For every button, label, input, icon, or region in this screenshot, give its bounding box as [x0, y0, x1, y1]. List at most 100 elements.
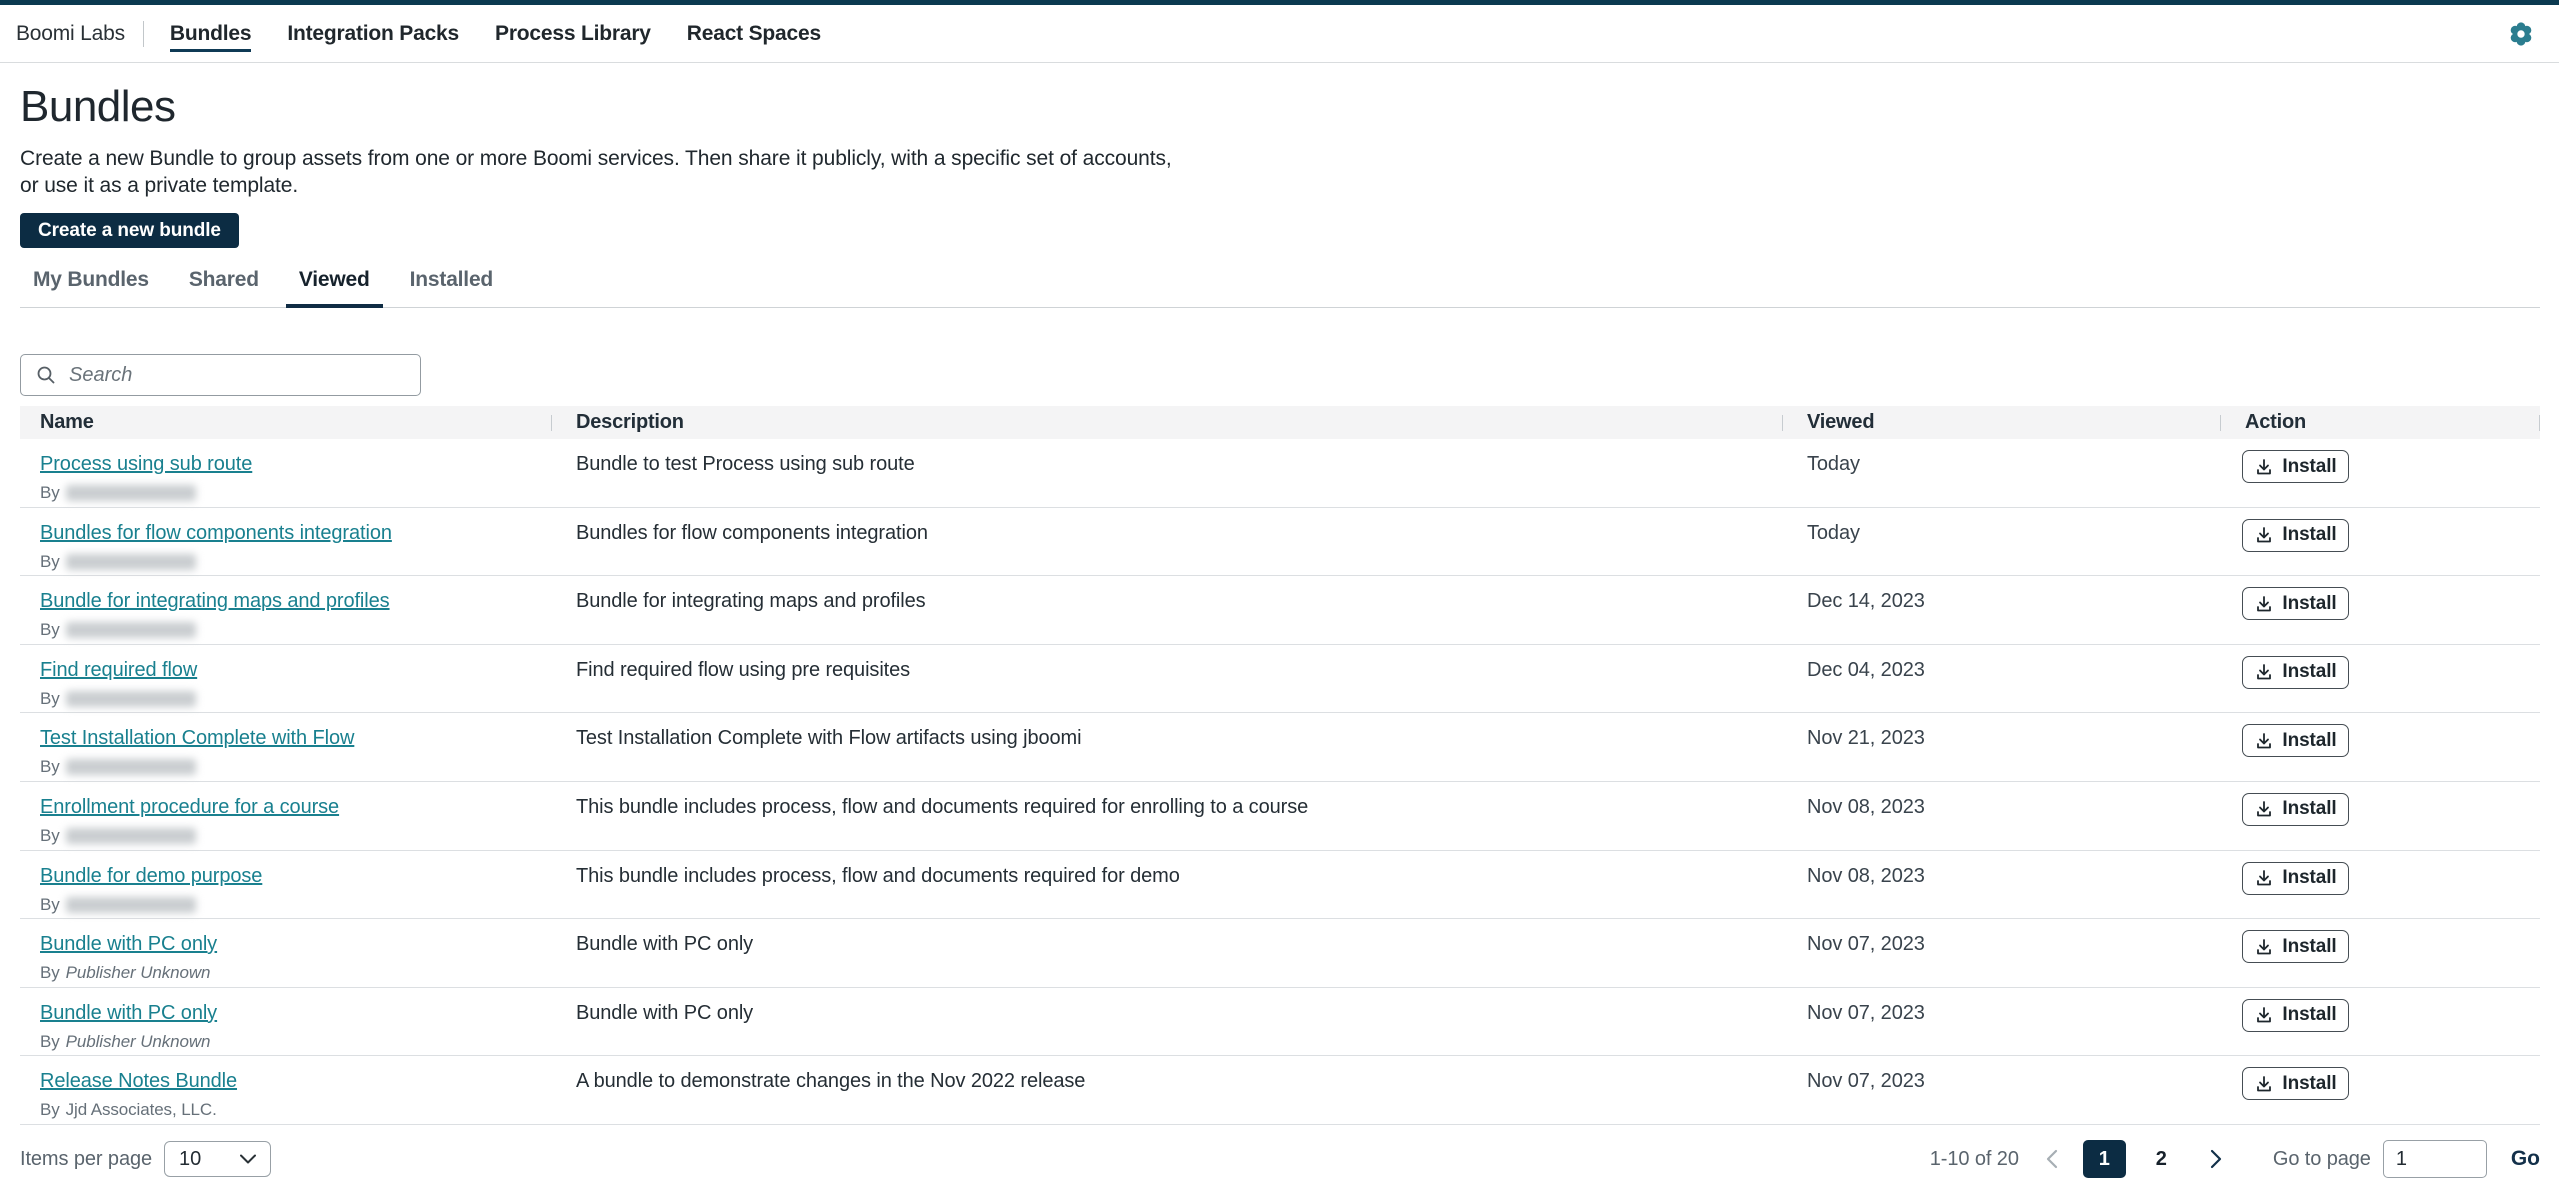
bundle-action-cell: Install — [2220, 851, 2540, 919]
tab-installed[interactable]: Installed — [397, 266, 506, 308]
bundle-description-cell: This bundle includes process, flow and d… — [551, 851, 1782, 919]
by-prefix: By — [40, 689, 60, 709]
search-input[interactable] — [69, 364, 406, 387]
install-button[interactable]: Install — [2242, 999, 2349, 1032]
table-row: Test Installation Complete with FlowByTe… — [20, 713, 2540, 782]
column-header-name: Name — [20, 411, 551, 434]
bundle-description-cell: Bundles for flow components integration — [551, 508, 1782, 576]
bundle-viewed-cell: Nov 07, 2023 — [1782, 1056, 2220, 1124]
bundle-action-cell: Install — [2220, 576, 2540, 644]
download-icon — [2254, 868, 2274, 888]
bundle-publisher-line: ByPublisher Unknown — [40, 1032, 551, 1052]
previous-page-button[interactable] — [2035, 1142, 2069, 1176]
publisher-redacted-blur — [66, 897, 196, 913]
bundle-name-link[interactable]: Bundles for flow components integration — [40, 522, 392, 545]
install-button[interactable]: Install — [2242, 656, 2349, 689]
install-button[interactable]: Install — [2242, 862, 2349, 895]
download-icon — [2254, 594, 2274, 614]
publisher-redacted-blur — [66, 622, 196, 638]
column-header-description: Description — [551, 411, 1782, 434]
bundle-action-cell: Install — [2220, 919, 2540, 987]
page-button-2[interactable]: 2 — [2140, 1140, 2183, 1178]
bundle-viewed-cell: Nov 07, 2023 — [1782, 919, 2220, 987]
install-button[interactable]: Install — [2242, 519, 2349, 552]
download-icon — [2254, 457, 2274, 477]
bundle-name-cell: Process using sub routeBy — [20, 439, 551, 507]
publisher-name: Publisher Unknown — [66, 963, 211, 983]
install-button[interactable]: Install — [2242, 587, 2349, 620]
go-to-page-input[interactable] — [2383, 1140, 2487, 1178]
page-button-1[interactable]: 1 — [2083, 1140, 2126, 1178]
bundle-tabs: My Bundles Shared Viewed Installed — [20, 266, 2540, 308]
install-button[interactable]: Install — [2242, 793, 2349, 826]
download-icon — [2254, 662, 2274, 682]
bundle-name-link[interactable]: Bundle with PC only — [40, 933, 217, 956]
install-label: Install — [2282, 867, 2336, 889]
column-header-viewed: Viewed — [1782, 411, 2220, 434]
nav-item-process-library[interactable]: Process Library — [495, 16, 651, 52]
bundle-name-link[interactable]: Process using sub route — [40, 453, 252, 476]
brand-boomi-labs: Boomi Labs — [16, 22, 125, 46]
bundle-publisher-line: By — [40, 620, 551, 640]
publisher-name: Jjd Associates, LLC. — [66, 1100, 217, 1120]
bundle-action-cell: Install — [2220, 988, 2540, 1056]
settings-gear-icon[interactable] — [2508, 21, 2534, 47]
bundle-viewed-cell: Dec 14, 2023 — [1782, 576, 2220, 644]
nav-divider — [143, 21, 144, 47]
bundle-viewed-cell: Nov 08, 2023 — [1782, 782, 2220, 850]
next-page-button[interactable] — [2199, 1142, 2233, 1176]
search-box[interactable] — [20, 354, 421, 396]
bundle-viewed-cell: Today — [1782, 508, 2220, 576]
table-footer: Items per page 10 1-10 of 20 12 Go to pa… — [0, 1125, 2559, 1202]
bundle-publisher-line: By — [40, 689, 551, 709]
bundle-name-link[interactable]: Bundle for integrating maps and profiles — [40, 590, 390, 613]
download-icon — [2254, 937, 2274, 957]
nav-item-bundles[interactable]: Bundles — [170, 16, 251, 52]
bundle-name-link[interactable]: Bundle with PC only — [40, 1002, 217, 1025]
download-icon — [2254, 731, 2274, 751]
bundle-action-cell: Install — [2220, 782, 2540, 850]
bundle-name-cell: Bundles for flow components integrationB… — [20, 508, 551, 576]
install-button[interactable]: Install — [2242, 1067, 2349, 1100]
table-row: Bundle with PC onlyByPublisher UnknownBu… — [20, 919, 2540, 988]
table-row: Find required flowByFind required flow u… — [20, 645, 2540, 714]
publisher-redacted-blur — [66, 554, 196, 570]
bundle-name-link[interactable]: Enrollment procedure for a course — [40, 796, 339, 819]
install-button[interactable]: Install — [2242, 930, 2349, 963]
chevron-left-icon — [2046, 1149, 2058, 1169]
tab-my-bundles[interactable]: My Bundles — [20, 266, 162, 308]
items-per-page-select[interactable]: 10 — [164, 1141, 271, 1177]
bundle-description-cell: Bundle with PC only — [551, 919, 1782, 987]
create-new-bundle-button[interactable]: Create a new bundle — [20, 213, 239, 248]
page-description-line-2: or use it as a private template. — [20, 172, 2540, 199]
bundle-name-cell: Bundle for integrating maps and profiles… — [20, 576, 551, 644]
bundle-action-cell: Install — [2220, 439, 2540, 507]
bundle-publisher-line: ByJjd Associates, LLC. — [40, 1100, 551, 1120]
bundle-name-link[interactable]: Release Notes Bundle — [40, 1070, 237, 1093]
publisher-redacted-blur — [66, 691, 196, 707]
nav-item-react-spaces[interactable]: React Spaces — [687, 16, 821, 52]
bundle-description-cell: Test Installation Complete with Flow art… — [551, 713, 1782, 781]
install-button[interactable]: Install — [2242, 724, 2349, 757]
bundle-action-cell: Install — [2220, 713, 2540, 781]
bundle-name-link[interactable]: Test Installation Complete with Flow — [40, 727, 354, 750]
tab-shared[interactable]: Shared — [176, 266, 272, 308]
tab-viewed[interactable]: Viewed — [286, 266, 383, 308]
nav-item-integration-packs[interactable]: Integration Packs — [287, 16, 459, 52]
bundle-viewed-cell: Nov 07, 2023 — [1782, 988, 2220, 1056]
publisher-name: Publisher Unknown — [66, 1032, 211, 1052]
bundle-name-link[interactable]: Bundle for demo purpose — [40, 865, 262, 888]
bundle-description-cell: Bundle with PC only — [551, 988, 1782, 1056]
bundle-name-cell: Enrollment procedure for a courseBy — [20, 782, 551, 850]
publisher-redacted-blur — [66, 759, 196, 775]
publisher-redacted-blur — [66, 485, 196, 501]
search-icon — [35, 364, 57, 386]
column-header-action: Action — [2220, 411, 2540, 434]
install-button[interactable]: Install — [2242, 450, 2349, 483]
go-button[interactable]: Go — [2511, 1147, 2540, 1171]
publisher-redacted-blur — [66, 828, 196, 844]
bundle-action-cell: Install — [2220, 645, 2540, 713]
chevron-right-icon — [2210, 1149, 2222, 1169]
bundle-name-link[interactable]: Find required flow — [40, 659, 197, 682]
pagination: 1-10 of 20 12 Go to page Go — [1930, 1140, 2540, 1178]
